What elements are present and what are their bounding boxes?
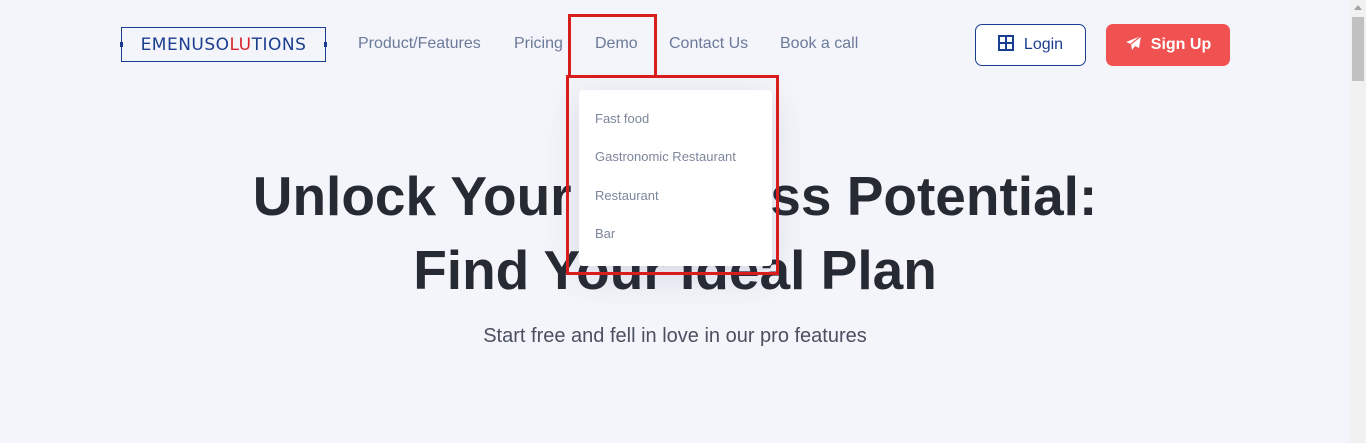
dropdown-item-fast-food[interactable]: Fast food	[595, 111, 649, 126]
dropdown-item-bar[interactable]: Bar	[595, 226, 615, 241]
nav-book-a-call[interactable]: Book a call	[780, 34, 858, 54]
login-label: Login	[1023, 36, 1064, 53]
signup-button[interactable]: Sign Up	[1106, 24, 1230, 66]
nav-contact-us[interactable]: Contact Us	[669, 34, 748, 54]
hero-subtitle: Start free and fell in love in our pro f…	[483, 325, 867, 347]
vertical-scrollbar[interactable]	[1350, 0, 1366, 443]
paper-plane-icon	[1125, 35, 1142, 56]
dropdown-item-gastronomic-restaurant[interactable]: Gastronomic Restaurant	[595, 149, 736, 164]
logo[interactable]: EMENUSOLUTIONS	[120, 27, 327, 62]
logo-text: EMENUSOLUTIONS	[140, 34, 307, 55]
nav-pricing[interactable]: Pricing	[514, 34, 563, 54]
dropdown-item-restaurant[interactable]: Restaurant	[595, 188, 659, 203]
scroll-up-arrow-icon[interactable]	[1354, 5, 1362, 10]
nav-product-features[interactable]: Product/Features	[358, 34, 481, 54]
login-button[interactable]: Login	[975, 24, 1086, 66]
demo-dropdown-menu: Fast food Gastronomic Restaurant Restaur…	[579, 90, 772, 266]
grid-icon	[997, 34, 1014, 56]
nav-demo[interactable]: Demo	[595, 34, 638, 54]
signup-label: Sign Up	[1150, 36, 1212, 53]
scrollbar-thumb[interactable]	[1352, 17, 1364, 81]
